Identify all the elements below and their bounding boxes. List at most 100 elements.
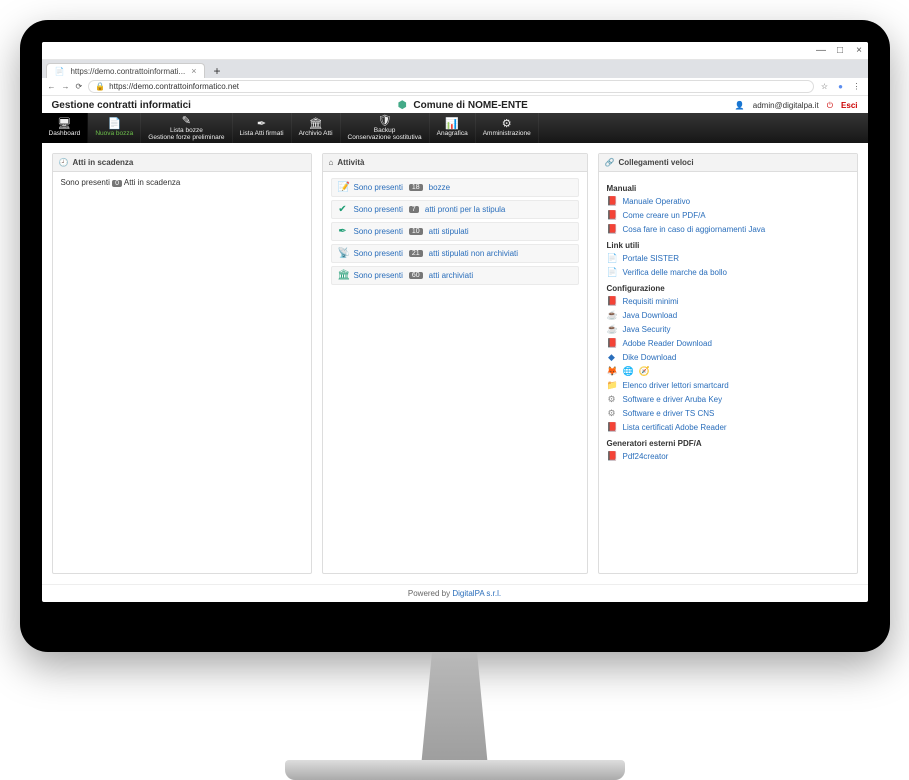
nav-forward-button[interactable]: → bbox=[62, 82, 70, 91]
nav-amministrazione[interactable]: ⚙ Amministrazione bbox=[476, 113, 539, 143]
link-row: ⚙Software e driver Aruba Key bbox=[607, 394, 849, 405]
nav-anagrafica[interactable]: 📊 Anagrafica bbox=[430, 113, 476, 143]
user-icon: 👤 bbox=[735, 101, 745, 110]
link-row: 📄Portale SISTER bbox=[607, 253, 849, 264]
footer-prefix: Powered by bbox=[408, 589, 452, 598]
quick-link[interactable]: Pdf24creator bbox=[623, 452, 669, 461]
scadenza-body: Sono presenti 0 Atti in scadenza bbox=[53, 172, 311, 193]
panel-atti-scadenza: 🕘 Atti in scadenza Sono presenti 0 Atti … bbox=[52, 153, 312, 574]
attivita-link[interactable]: Sono presenti bbox=[354, 183, 403, 192]
quick-link[interactable]: Come creare un PDF/A bbox=[623, 211, 706, 220]
os-close-button[interactable]: × bbox=[855, 46, 864, 55]
os-titlebar: — □ × bbox=[42, 42, 868, 60]
attivita-link[interactable]: Sono presenti bbox=[354, 227, 403, 236]
quick-link[interactable]: Manuale Operativo bbox=[623, 197, 691, 206]
attivita-row[interactable]: ✒Sono presenti 10 atti stipulati bbox=[331, 222, 579, 241]
quick-link[interactable]: Verifica delle marche da bollo bbox=[623, 268, 728, 277]
attivita-row[interactable]: 🏛Sono presenti 60 atti archiviati bbox=[331, 266, 579, 285]
attivita-link[interactable]: Sono presenti bbox=[354, 271, 403, 280]
monitor-frame: — □ × 📄 https://demo.contrattoinformati.… bbox=[20, 20, 890, 652]
os-minimize-button[interactable]: — bbox=[817, 46, 826, 55]
attivita-link[interactable]: Sono presenti bbox=[354, 205, 403, 214]
attivita-link-post[interactable]: atti pronti per la stipula bbox=[425, 205, 506, 214]
count-badge: 7 bbox=[409, 206, 419, 213]
monitor-base bbox=[285, 760, 625, 780]
browser2-icon[interactable]: 🧭 bbox=[639, 366, 649, 377]
panel-title: Attività bbox=[337, 158, 364, 167]
browser-toolbar: ← → ⟳ 🔒 https://demo.contrattoinformatic… bbox=[42, 78, 868, 96]
nav-lista-bozze[interactable]: ✎ Lista bozze Gestione forze preliminare bbox=[141, 113, 232, 143]
new-tab-button[interactable]: + bbox=[205, 64, 228, 78]
text: Atti in scadenza bbox=[124, 178, 180, 187]
link-icon: 📕 bbox=[607, 196, 617, 207]
attivita-link-post[interactable]: atti archiviati bbox=[429, 271, 473, 280]
link-row: 📕Come creare un PDF/A bbox=[607, 210, 849, 221]
nav-back-button[interactable]: ← bbox=[48, 82, 56, 91]
nav-label: Lista bozze Gestione forze preliminare bbox=[148, 128, 224, 141]
nav-reload-button[interactable]: ⟳ bbox=[76, 82, 83, 91]
bookmark-star-icon[interactable]: ☆ bbox=[820, 82, 830, 91]
tab-close-icon[interactable]: × bbox=[191, 66, 196, 76]
link-icon: 📕 bbox=[607, 338, 617, 349]
browser-tab[interactable]: 📄 https://demo.contrattoinformati... × bbox=[46, 63, 206, 78]
os-maximize-button[interactable]: □ bbox=[836, 46, 845, 55]
link-row: 📁Elenco driver lettori smartcard bbox=[607, 380, 849, 391]
nav-nuova-bozza[interactable]: 📄 Nuova bozza bbox=[88, 113, 141, 143]
quick-link[interactable]: Software e driver TS CNS bbox=[623, 409, 715, 418]
ente-name: Comune di NOME-ENTE bbox=[413, 100, 527, 111]
attivita-link-post[interactable]: bozze bbox=[429, 183, 450, 192]
quick-link[interactable]: Adobe Reader Download bbox=[623, 339, 712, 348]
quick-link[interactable]: Lista certificati Adobe Reader bbox=[623, 423, 727, 432]
address-bar[interactable]: 🔒 https://demo.contrattoinformatico.net bbox=[88, 80, 813, 93]
footer-link[interactable]: DigitalPA s.r.l. bbox=[452, 589, 501, 598]
browser-menu-icon[interactable]: ⋮ bbox=[852, 82, 862, 91]
attivita-row[interactable]: 📝Sono presenti 18 bozze bbox=[331, 178, 579, 197]
nav-archivio[interactable]: 🏛 Archivio Atti bbox=[292, 113, 341, 143]
link-row: ☕ Java Download bbox=[607, 310, 849, 321]
link-icon: ☕ bbox=[607, 310, 617, 321]
quick-link[interactable]: Java Download bbox=[623, 311, 678, 320]
attivita-row[interactable]: 📡Sono presenti 21 atti stipulati non arc… bbox=[331, 244, 579, 263]
panel-title: Collegamenti veloci bbox=[618, 158, 693, 167]
attivita-link-post[interactable]: atti stipulati non archiviati bbox=[429, 249, 518, 258]
quick-link[interactable]: Software e driver Aruba Key bbox=[623, 395, 723, 404]
logout-link[interactable]: Esci bbox=[841, 101, 857, 110]
link-icon: ◆ bbox=[607, 352, 617, 363]
link-row: 📕 Manuale Operativo bbox=[607, 196, 849, 207]
link-row: ☕Java Security bbox=[607, 324, 849, 335]
link-icon: 📕 bbox=[607, 451, 617, 462]
nav-nuova-bozza-icon: 📄 bbox=[107, 119, 121, 130]
group-gen-title: Generatori esterni PDF/A bbox=[607, 439, 849, 448]
quick-link[interactable]: Requisiti minimi bbox=[623, 297, 679, 306]
nav-backup[interactable]: 🛡 Backup Conservazione sostitutiva bbox=[341, 113, 430, 143]
group-config-title: Configurazione bbox=[607, 284, 849, 293]
panel-collegamenti: 🔗 Collegamenti veloci Manuali 📕Manuale O… bbox=[598, 153, 858, 574]
nav-atti-firmati[interactable]: ✒ Lista Atti firmati bbox=[233, 113, 292, 143]
attivita-row[interactable]: ✔ Sono presenti 7 atti pronti per la stip… bbox=[331, 200, 579, 219]
firefox-icon[interactable]: 🦊 bbox=[607, 366, 617, 377]
nav-label: Backup Conservazione sostitutiva bbox=[348, 128, 422, 141]
count-badge: 18 bbox=[409, 184, 423, 191]
attivita-link-post[interactable]: atti stipulati bbox=[429, 227, 469, 236]
browser-right-icons: ☆ ● ⋮ bbox=[820, 82, 862, 91]
footer: Powered by DigitalPA s.r.l. bbox=[42, 584, 868, 602]
attivita-link[interactable]: Sono presenti bbox=[354, 249, 403, 258]
link-row: ⚙ Software e driver TS CNS bbox=[607, 408, 849, 419]
nav-lista-bozze-icon: ✎ bbox=[182, 116, 191, 127]
quick-link[interactable]: Java Security bbox=[623, 325, 671, 334]
nav-dashboard[interactable]: 🖥 Dashboard bbox=[42, 113, 89, 143]
text: Sono presenti bbox=[61, 178, 113, 187]
attivita-icon: ✔ bbox=[338, 204, 348, 215]
quick-link[interactable]: Cosa fare in caso di aggiornamenti Java bbox=[623, 225, 766, 234]
link-icon: ⚙ bbox=[607, 408, 617, 419]
quick-link[interactable]: Portale SISTER bbox=[623, 254, 679, 263]
link-icon: 📕 bbox=[607, 422, 617, 433]
browser-profile-icon[interactable]: ● bbox=[836, 82, 846, 91]
quick-link[interactable]: Dike Download bbox=[623, 353, 677, 362]
browser-icon[interactable]: 🌐 bbox=[623, 366, 633, 377]
tab-title: https://demo.contrattoinformati... bbox=[70, 67, 185, 76]
link-icon: 📕 bbox=[607, 296, 617, 307]
count-badge: 0 bbox=[112, 180, 122, 187]
tab-favicon: 📄 bbox=[55, 67, 65, 76]
quick-link[interactable]: Elenco driver lettori smartcard bbox=[623, 381, 729, 390]
